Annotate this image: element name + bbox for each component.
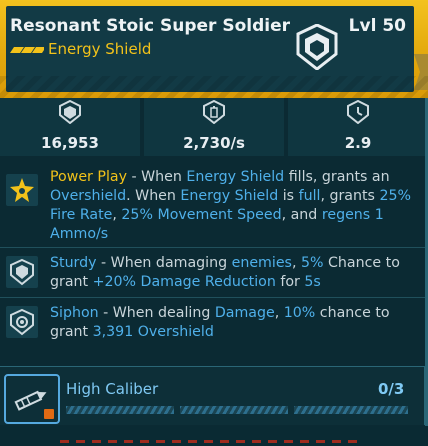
recharge-rate-icon [203,100,225,124]
stat-value: 2,730/s [183,134,245,152]
perk-sturdy: Sturdy - When damaging enemies, 5% Chanc… [0,252,428,296]
perk-description: Sturdy - When damaging enemies, 5% Chanc… [50,255,400,290]
divider [0,297,428,298]
mod-progress-segment [66,406,174,414]
shield-icon [296,24,338,70]
item-type: Energy Shield [48,40,152,58]
mod-count: 0/3 [378,380,405,398]
stat-recharge-delay: 2.9 [288,98,428,156]
stat-value: 2.9 [344,134,372,152]
mod-slot[interactable] [0,366,425,425]
mod-progress-segment [180,406,288,414]
stat-capacity: 16,953 [0,98,140,156]
item-name: Resonant Stoic Super Soldier [10,16,291,36]
stat-recharge-rate: 2,730/s [144,98,284,156]
perk-power-play: Power Play - When Energy Shield fills, g… [0,166,428,244]
perk-name: Power Play [50,169,127,185]
lock-icon [44,409,54,419]
recharge-delay-icon [347,100,369,124]
rarity-chevrons-icon [10,47,44,53]
stats-row: 16,953 2,730/s 2.9 [0,98,428,156]
perk-description: Power Play - When Energy Shield fills, g… [50,169,412,242]
perk-name: Siphon [50,305,99,321]
perk-icon-frame [6,306,38,338]
sturdy-shield-icon [10,258,34,286]
divider [0,247,428,248]
perk-description: Siphon - When dealing Damage, 10% chance… [50,305,390,340]
stat-value: 16,953 [41,134,99,152]
shield-capacity-icon [59,100,81,124]
perk-siphon: Siphon - When dealing Damage, 10% chance… [0,302,428,346]
footer-dashes [60,440,360,443]
power-play-star-icon [10,178,34,202]
siphon-shield-icon [10,308,34,336]
header-corner-tab [414,54,428,90]
perk-icon-frame [6,174,38,206]
perk-name: Sturdy [50,255,97,271]
mod-name: High Caliber [66,380,159,398]
perk-icon-frame [6,256,38,288]
mod-progress-segment [294,406,408,414]
item-level: Lvl 50 [348,16,406,36]
item-header: Resonant Stoic Super Soldier Lvl 50 Ener… [0,0,428,98]
footer [0,426,428,446]
